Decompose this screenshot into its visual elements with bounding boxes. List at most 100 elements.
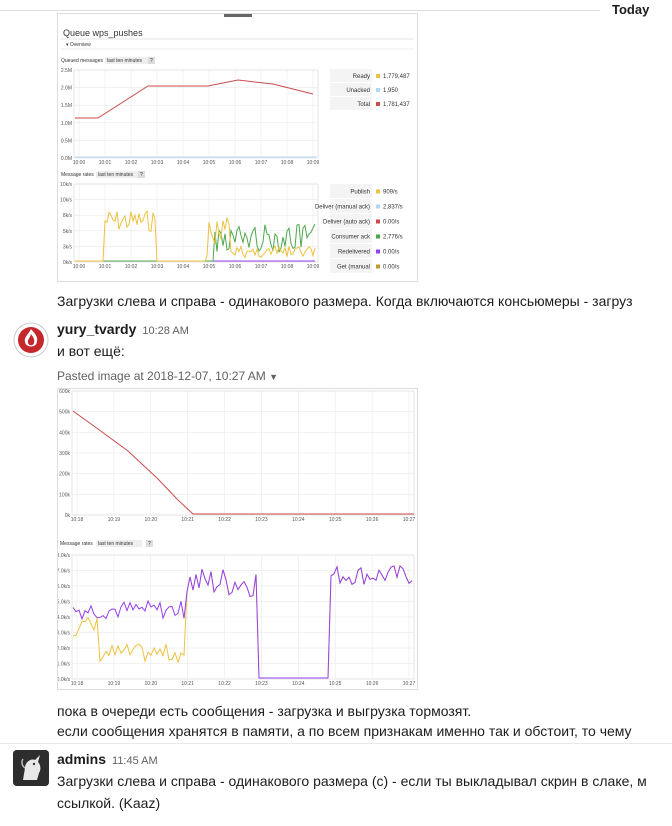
message-text: и вот ещё: (57, 343, 125, 359)
help-icon: ? (150, 58, 153, 64)
svg-text:?: ? (148, 541, 151, 547)
x-tick-label: 10:07 (255, 264, 268, 270)
x-tick-label: 10:20 (145, 681, 158, 687)
range-label: last ten minutes (107, 58, 143, 64)
x-tick-label: 10:21 (181, 681, 194, 687)
message-rates-label: Message rates (60, 541, 93, 547)
message-text-line: если сообщения хранятся в памяти, а по в… (57, 723, 632, 739)
avatar[interactable] (13, 322, 49, 358)
message-text: Загрузки слева и справа - одинакового ра… (57, 293, 633, 309)
x-tick-label: 10:23 (255, 517, 268, 523)
legend-value: 0.00/s (383, 250, 399, 256)
message-text-line: Загрузки слева и справа - одинакового ра… (57, 773, 647, 789)
pasted-image-label[interactable]: Pasted image at 2018-12-07, 10:27 AM ▼ (57, 369, 278, 383)
message-rates-legend: Publish 909/s Deliver (manual ack) 2,837/s D… (315, 184, 403, 273)
y-tick-label: 5.0k/s (58, 600, 70, 606)
y-tick-label: 3.0k/s (58, 631, 70, 637)
x-tick-label: 10:05 (203, 264, 216, 270)
x-tick-label: 10:00 (73, 160, 86, 166)
x-tick-label: 10:19 (108, 681, 121, 687)
y-tick-label: 200k (59, 472, 70, 478)
x-tick-label: 10:25 (329, 681, 342, 687)
x-tick-label: 10:23 (255, 681, 268, 687)
x-tick-label: 10:19 (108, 517, 121, 523)
timestamp[interactable]: 10:28 AM (142, 325, 188, 337)
x-tick-label: 10:09 (307, 160, 320, 166)
x-tick-label: 10:18 (71, 517, 84, 523)
day-divider-line-left (0, 10, 600, 11)
legend-value: 2,776/s (383, 235, 403, 241)
attached-image-queue-drain[interactable]: 600k 500k 400k 300k 200k 100k 0k 10:18 10:19 10:2… (57, 388, 418, 690)
y-tick-label: 4.0k/s (58, 615, 70, 621)
legend-label: Ready (353, 74, 370, 80)
queue-title: Queue wps_pushes (63, 28, 143, 38)
legend-label: Publish (350, 190, 370, 196)
x-tick-label: 10:05 (203, 160, 216, 166)
message-header: admins 11:45 AM (57, 751, 158, 769)
legend-swatch (376, 249, 380, 254)
x-tick-label: 10:22 (218, 681, 231, 687)
attached-image-queue-overview[interactable]: Queue wps_pushes ▾ Overview Queued messa… (57, 13, 418, 282)
x-tick-label: 10:20 (145, 517, 158, 523)
message-rates-label: Message rates (61, 172, 94, 178)
y-tick-label: 1.0k/s (58, 662, 70, 668)
message-header: yury_tvardy 10:28 AM (57, 321, 189, 339)
overview-section-label: Overview (70, 42, 91, 48)
message-text-line: пока в очереди есть сообщения - загрузка… (57, 703, 472, 719)
legend-label: Unacked (346, 88, 370, 94)
x-tick-label: 10:00 (73, 264, 86, 270)
y-tick-label: 10k/s (60, 198, 72, 204)
x-tick-label: 10:27 (403, 517, 416, 523)
queued-messages-legend: Ready 1,779,487 Unacked 1,950 Total 1,781,437 (330, 69, 410, 110)
y-tick-label: 500k (59, 410, 70, 416)
author-name[interactable]: admins (57, 751, 106, 767)
legend-swatch (376, 189, 380, 194)
y-tick-label: 400k (59, 430, 70, 436)
message-text-line: ссылкой. (Kaaz) (57, 795, 161, 811)
queue-overview-screenshot: Queue wps_pushes ▾ Overview Queued messa… (60, 14, 414, 273)
x-tick-label: 10:26 (366, 517, 379, 523)
x-tick-label: 10:25 (329, 517, 342, 523)
legend-value: 1,781,437 (383, 102, 410, 108)
legend-value: 0.00/s (383, 220, 399, 226)
legend-value: 2,837/s (383, 205, 403, 211)
x-tick-label: 10:03 (151, 160, 164, 166)
day-divider-label: Today (612, 2, 650, 17)
x-tick-label: 10:08 (281, 160, 294, 166)
y-tick-label: 1.0M (61, 121, 72, 127)
message-separator (0, 743, 672, 744)
legend-label: Total (357, 102, 370, 108)
timestamp[interactable]: 11:45 AM (112, 755, 158, 767)
legend-value: 1,950 (383, 88, 399, 94)
y-tick-label: 3k/s (63, 244, 73, 250)
x-tick-label: 10:22 (218, 517, 231, 523)
author-name[interactable]: yury_tvardy (57, 321, 136, 337)
y-tick-label: 1.5M (61, 103, 72, 109)
y-tick-label: 7.0k/s (58, 569, 70, 575)
chevron-down-icon[interactable]: ▼ (269, 372, 278, 382)
legend-label: Deliver (manual ack) (315, 205, 370, 211)
legend-swatch (376, 88, 380, 92)
queue-depth-chart: 600k 500k 400k 300k 200k 100k 0k10:18 10:19 10:2… (59, 389, 415, 523)
svg-text:last ten minutes: last ten minutes (98, 541, 134, 547)
svg-text:?: ? (140, 172, 143, 178)
legend-swatch (376, 74, 380, 78)
y-tick-label: 0k (65, 513, 71, 519)
avatar-flame-icon (13, 322, 49, 358)
plot-area (73, 69, 319, 159)
plot-area (73, 183, 319, 263)
y-tick-label: 2.5M (61, 68, 72, 74)
legend-value: 909/s (383, 190, 398, 196)
queued-messages-label: Queued messages (61, 58, 103, 64)
x-tick-label: 10:04 (177, 160, 190, 166)
x-tick-label: 10:24 (292, 517, 305, 523)
avatar[interactable] (13, 750, 49, 786)
x-tick-label: 10:01 (99, 160, 112, 166)
x-tick-label: 10:21 (181, 517, 194, 523)
x-tick-label: 10:27 (403, 681, 416, 687)
avatar-unicorn-icon (13, 750, 49, 786)
legend-swatch (376, 102, 380, 106)
y-tick-label: 6.0k/s (58, 584, 70, 590)
x-tick-label: 10:01 (99, 264, 112, 270)
svg-text:last ten minutes: last ten minutes (98, 172, 134, 178)
